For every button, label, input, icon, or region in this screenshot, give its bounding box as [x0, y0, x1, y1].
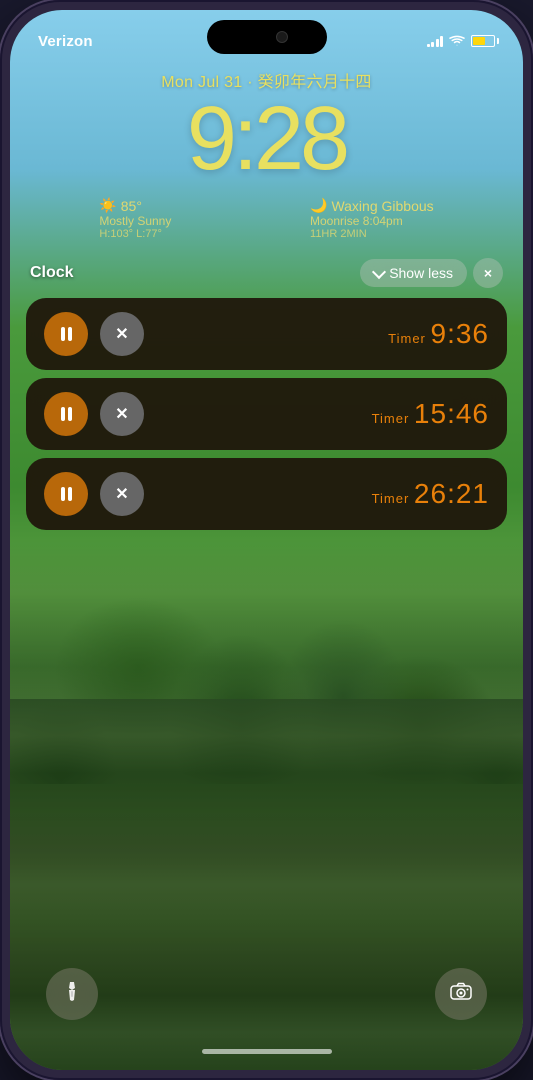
moon-phase-line: 🌙 Waxing Gibbous: [310, 197, 434, 214]
chevron-down-icon: [372, 264, 386, 278]
wifi-icon: [449, 33, 465, 49]
battery-icon: [471, 35, 495, 47]
timer-1-time: 9:36: [431, 318, 490, 349]
weather-row: ☀️ 85° Mostly Sunny H:103° L:77° 🌙 Waxin…: [10, 189, 523, 248]
dynamic-island: [207, 20, 327, 54]
signal-icon: [427, 35, 444, 47]
pause-timer-2-button[interactable]: [44, 392, 88, 436]
cancel-icon-3: ✕: [115, 484, 128, 504]
camera-icon: [450, 982, 472, 1006]
timer-3-label: Timer: [372, 491, 414, 506]
weather-widget-right: 🌙 Waxing Gibbous Moonrise 8:04pm 11HR 2M…: [310, 197, 434, 240]
moon-icon: 🌙: [310, 197, 327, 214]
weather-widget-left: ☀️ 85° Mostly Sunny H:103° L:77°: [99, 197, 171, 240]
notification-controls: Show less ×: [360, 258, 503, 288]
timer-2-time: 15:46: [414, 398, 489, 429]
moonrise-time: Moonrise 8:04pm: [310, 214, 434, 228]
flashlight-icon: [61, 980, 83, 1008]
close-notifications-button[interactable]: ×: [473, 258, 503, 288]
pause-timer-3-button[interactable]: [44, 472, 88, 516]
phone-frame: Verizon: [0, 0, 533, 1080]
timer-card-1: ✕ Timer 9:36: [26, 298, 507, 370]
flashlight-button[interactable]: [46, 968, 98, 1020]
close-icon: ×: [484, 265, 492, 281]
battery-fill: [473, 37, 485, 45]
temperature: 85°: [121, 198, 142, 214]
cancel-timer-1-button[interactable]: ✕: [100, 312, 144, 356]
weather-temp: ☀️ 85°: [99, 197, 171, 214]
app-name-label: Clock: [30, 264, 74, 282]
show-less-label: Show less: [389, 265, 453, 281]
pause-timer-1-button[interactable]: [44, 312, 88, 356]
timer-3-time: 26:21: [414, 478, 489, 509]
phone-screen: Verizon: [10, 10, 523, 1070]
timer-card-2: ✕ Timer 15:46: [26, 378, 507, 450]
timer-1-display: Timer 9:36: [156, 318, 489, 350]
weather-high-low: H:103° L:77°: [99, 228, 171, 240]
camera-button[interactable]: [435, 968, 487, 1020]
sun-icon: ☀️: [99, 197, 116, 214]
timer-card-3: ✕ Timer 26:21: [26, 458, 507, 530]
cancel-timer-3-button[interactable]: ✕: [100, 472, 144, 516]
timer-3-display: Timer 26:21: [156, 478, 489, 510]
status-icons: [427, 33, 496, 49]
notification-header: Clock Show less ×: [26, 258, 507, 288]
camera-dot: [276, 31, 288, 43]
cancel-icon-2: ✕: [115, 404, 128, 424]
lock-content: Mon Jul 31 · 癸卯年六月十四 9:28: [10, 60, 523, 184]
moon-hours: 11HR 2MIN: [310, 228, 434, 240]
pause-icon-3: [61, 487, 72, 501]
moon-phase: Waxing Gibbous: [331, 198, 433, 214]
cancel-timer-2-button[interactable]: ✕: [100, 392, 144, 436]
cancel-icon: ✕: [115, 324, 128, 344]
home-indicator: [202, 1049, 332, 1054]
timer-1-label: Timer: [388, 331, 430, 346]
bottom-controls: [10, 968, 523, 1020]
weather-condition: Mostly Sunny: [99, 214, 171, 228]
pause-icon: [61, 327, 72, 341]
show-less-button[interactable]: Show less: [360, 259, 467, 287]
timer-2-label: Timer: [372, 411, 414, 426]
carrier-label: Verizon: [38, 33, 93, 50]
pause-icon-2: [61, 407, 72, 421]
lock-time: 9:28: [10, 94, 523, 184]
timer-2-display: Timer 15:46: [156, 398, 489, 430]
notifications-area: Clock Show less ×: [10, 258, 523, 530]
